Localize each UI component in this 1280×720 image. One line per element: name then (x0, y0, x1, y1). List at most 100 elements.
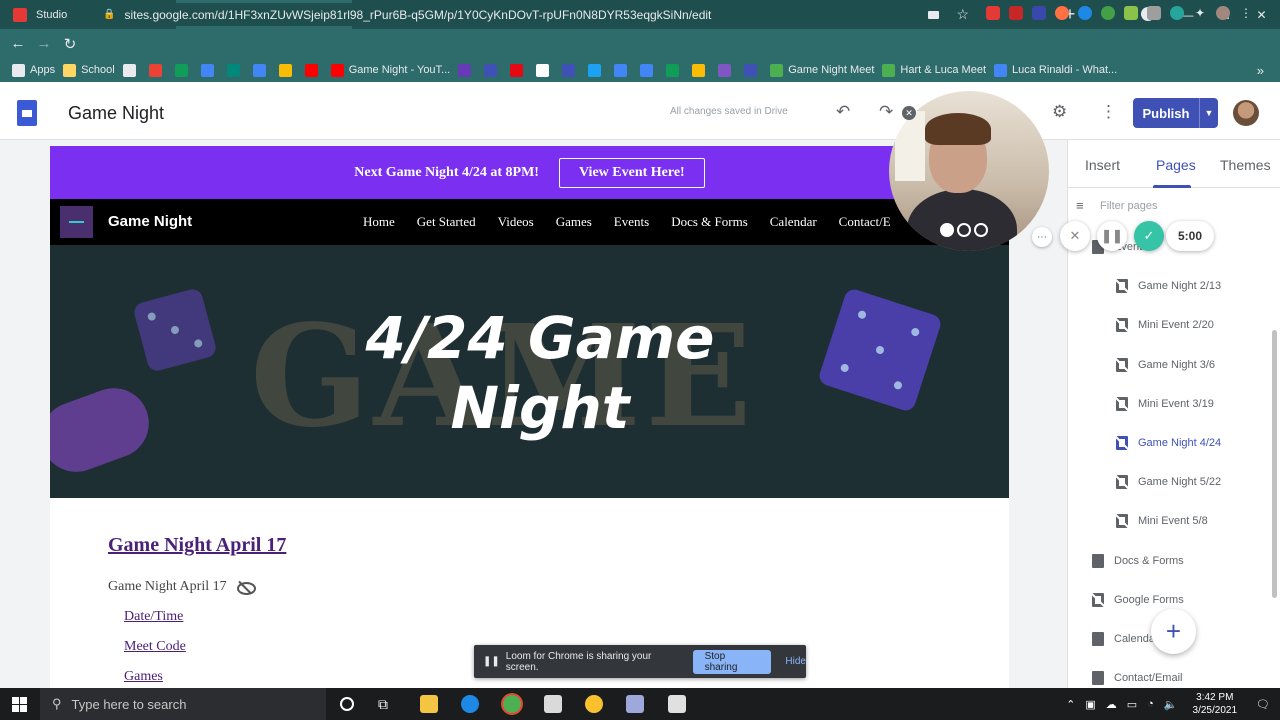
app-icon[interactable] (668, 695, 686, 713)
bookmark-item[interactable]: Hart & Luca Meet (882, 63, 986, 77)
task-view-icon[interactable]: ⧉ (378, 696, 388, 713)
account-avatar[interactable] (1233, 100, 1259, 126)
bookmark-item[interactable] (122, 63, 141, 77)
puzzle-extensions-icon[interactable]: ✦ (1193, 6, 1207, 20)
back-icon[interactable]: ← (5, 35, 31, 52)
undo-icon[interactable]: ↶ (836, 102, 850, 122)
tab-themes[interactable]: Themes (1220, 157, 1271, 173)
extension-icon[interactable] (1055, 6, 1069, 20)
close-camera-icon[interactable]: ✕ (902, 106, 916, 120)
size-large-option[interactable] (974, 223, 988, 237)
site-nav-link[interactable]: Calendar (770, 214, 817, 230)
bookmark-item[interactable] (148, 63, 167, 77)
taskbar-search-input[interactable]: ⚲ Type here to search (40, 688, 326, 720)
onedrive-icon[interactable]: ☁ (1106, 698, 1117, 711)
toc-link[interactable]: Date/Time (124, 609, 183, 625)
section-heading[interactable]: Game Night April 17 (108, 534, 286, 557)
more-options-icon[interactable]: ⋮ (1100, 102, 1117, 122)
app-icon[interactable] (461, 695, 479, 713)
toc-link[interactable]: Meet Code (124, 639, 186, 655)
view-event-button[interactable]: View Event Here! (558, 157, 705, 188)
chrome-taskbar-icon[interactable] (503, 695, 521, 713)
volume-icon[interactable]: 🔈 (1164, 698, 1178, 711)
profile-avatar-icon[interactable] (1216, 6, 1230, 20)
page-list-item[interactable]: Contact/Email (1092, 671, 1182, 686)
bookmark-item[interactable] (278, 63, 297, 77)
page-list-item[interactable]: Game Night 5/22 (1116, 475, 1221, 490)
extension-icon[interactable] (1170, 6, 1184, 20)
bookmark-item[interactable] (174, 63, 193, 77)
app-icon[interactable] (585, 695, 603, 713)
site-nav-link[interactable]: Events (614, 214, 649, 230)
bookmark-item[interactable] (692, 63, 710, 77)
bookmark-item[interactable] (304, 63, 323, 77)
bookmark-item[interactable] (536, 63, 554, 77)
tray-app-icon[interactable]: ▣ (1085, 698, 1095, 711)
bookmark-item[interactable]: School (63, 63, 115, 77)
page-list-item[interactable]: Mini Event 2/20 (1116, 318, 1214, 333)
publish-dropdown-icon[interactable]: ▼ (1199, 98, 1218, 128)
bookmark-item[interactable] (484, 63, 502, 77)
toc-link[interactable]: Games (124, 669, 163, 685)
google-sites-logo-icon[interactable] (17, 100, 37, 126)
page-list-item[interactable]: Mini Event 3/19 (1116, 396, 1214, 411)
bookmark-item[interactable]: Game Night - YouT... (330, 63, 450, 77)
windows-start-icon[interactable] (12, 697, 27, 712)
eye-off-icon[interactable] (236, 581, 256, 595)
bookmark-item[interactable] (200, 63, 219, 77)
filter-pages-input[interactable]: ≡ Filter pages (1076, 198, 1157, 213)
chrome-menu-icon[interactable]: ⋮ (1239, 6, 1253, 20)
loom-cancel-icon[interactable]: ✕ (1060, 221, 1090, 251)
tab-insert[interactable]: Insert (1085, 157, 1120, 173)
panel-scrollbar[interactable] (1272, 330, 1277, 598)
extension-icon[interactable] (1009, 6, 1023, 20)
extension-icon[interactable] (986, 6, 1000, 20)
network-icon[interactable]: ◔ (1147, 698, 1154, 710)
tab-pages[interactable]: Pages (1156, 157, 1196, 173)
bookmark-item[interactable] (252, 63, 271, 77)
hide-button[interactable]: Hide (785, 656, 806, 667)
site-nav-link[interactable]: Contact/E (839, 214, 891, 230)
app-icon[interactable] (544, 695, 562, 713)
extension-icon[interactable] (1032, 6, 1046, 20)
site-nav-link[interactable]: Get Started (417, 214, 476, 230)
reload-icon[interactable]: ↻ (57, 35, 83, 53)
bookmark-item[interactable] (718, 63, 736, 77)
page-list-item[interactable]: Game Night 4/24 (1116, 436, 1221, 450)
page-list-item[interactable]: Mini Event 5/8 (1116, 514, 1208, 529)
extension-icon[interactable] (1078, 6, 1092, 20)
loom-pause-icon[interactable]: ❚❚ (1097, 221, 1127, 251)
tray-chevron-icon[interactable]: ⌃ (1066, 698, 1075, 711)
loom-finish-icon[interactable]: ✓ (1134, 221, 1164, 251)
site-nav-link[interactable]: Videos (498, 214, 534, 230)
extension-icon[interactable] (1147, 6, 1161, 20)
address-bar[interactable]: 🔒 sites.google.com/d/1HF3xnZUvWSjeip81rl… (93, 3, 977, 26)
publish-button[interactable]: Publish ▼ (1133, 98, 1218, 128)
bookmark-star-icon[interactable]: ☆ (956, 6, 969, 23)
bookmark-item[interactable]: Apps (12, 63, 55, 77)
bookmark-item[interactable] (614, 63, 632, 77)
bookmark-item[interactable] (640, 63, 658, 77)
stop-sharing-button[interactable]: Stop sharing (692, 649, 772, 674)
redo-icon[interactable]: ↷ (879, 102, 893, 122)
grammarly-icon[interactable] (1101, 6, 1115, 20)
page-list-item[interactable]: Docs & Forms (1092, 553, 1184, 568)
camera-icon[interactable] (928, 10, 939, 19)
cortana-icon[interactable] (340, 697, 354, 711)
battery-icon[interactable]: ▭ (1127, 698, 1137, 711)
forward-icon[interactable]: → (31, 35, 57, 52)
page-list-item[interactable]: Game Night 2/13 (1116, 279, 1221, 294)
add-page-button[interactable]: + (1151, 609, 1196, 654)
bookmark-item[interactable]: Game Night Meet (770, 63, 874, 77)
site-nav-link[interactable]: Home (363, 214, 395, 230)
page-list-item[interactable]: Game Night 3/6 (1116, 357, 1215, 372)
size-small-option[interactable] (940, 223, 954, 237)
bookmarks-overflow-icon[interactable]: » (1257, 63, 1264, 78)
bookmark-item[interactable] (744, 63, 762, 77)
bookmark-item[interactable] (510, 63, 528, 77)
bookmark-item[interactable] (562, 63, 580, 77)
page-list-item[interactable]: Google Forms (1092, 592, 1184, 607)
extension-icon[interactable] (1124, 6, 1138, 20)
site-name[interactable]: Game Night (108, 213, 192, 230)
document-title[interactable]: Game Night (68, 103, 164, 124)
